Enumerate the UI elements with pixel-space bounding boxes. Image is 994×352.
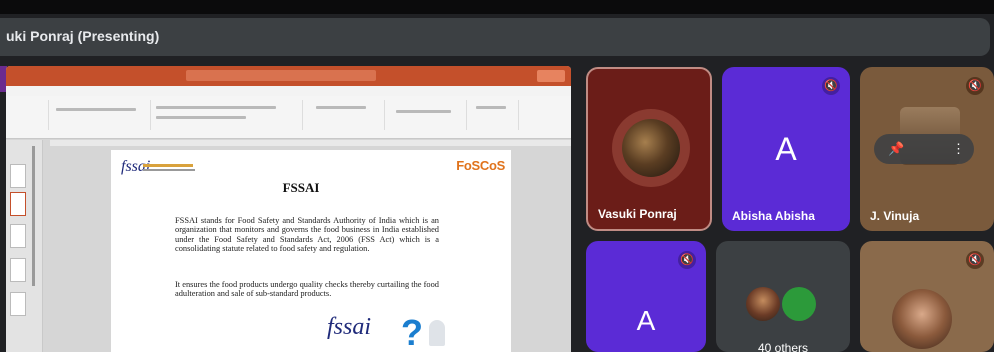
slide-thumbnail-selected: [10, 192, 26, 216]
slide-paragraph-2: It ensures the food products undergo qua…: [175, 280, 439, 299]
slide-canvas: fssai FoSCoS FSSAI FSSAI stands for Food…: [111, 150, 511, 352]
fssai-logo-stripe: [143, 164, 193, 167]
fssai-logo-large: fssai: [327, 314, 372, 340]
more-options-icon[interactable]: ⋮: [952, 141, 965, 157]
mic-off-icon: 🔇: [966, 77, 984, 95]
ppt-share-button: [537, 70, 565, 82]
mic-off-icon: 🔇: [678, 251, 696, 269]
ribbon-control: [156, 106, 276, 109]
ribbon-control: [156, 116, 246, 119]
ppt-menu-bar: [6, 86, 571, 96]
others-tile[interactable]: 40 others: [716, 241, 850, 352]
avatar: [892, 289, 952, 349]
participant-tile-vasuki[interactable]: Vasuki Ponraj: [586, 67, 712, 231]
avatar: [782, 287, 816, 321]
ribbon-group-clipboard: [8, 100, 49, 130]
ppt-search-box: [186, 70, 376, 81]
avatar-initial: A: [775, 131, 797, 167]
pin-icon[interactable]: 📌: [888, 141, 904, 157]
slide-paragraph-1: FSSAI stands for Food Safety and Standar…: [175, 216, 439, 254]
ribbon-group-slides: [50, 100, 151, 130]
ribbon-group-paragraph: [304, 100, 385, 130]
participant-name: Vasuki Ponraj: [598, 207, 677, 221]
foscos-logo: FoSCoS: [456, 158, 505, 173]
ppt-title-bar: [6, 66, 571, 86]
ribbon-control: [316, 106, 366, 109]
top-black-strip: [0, 0, 994, 14]
ppt-ribbon: [6, 96, 571, 139]
participant-tile-video[interactable]: 🔇: [860, 241, 994, 352]
slide-thumbnail: [10, 292, 26, 316]
ribbon-group-drawing: [386, 100, 467, 130]
fssai-logo-subtext: [143, 169, 195, 171]
mic-off-icon: 🔇: [966, 251, 984, 269]
shared-screen-powerpoint: fssai FoSCoS FSSAI FSSAI stands for Food…: [6, 66, 571, 352]
ppt-ruler: [50, 140, 571, 146]
avatar: [746, 287, 780, 321]
fssai-logo-small: fssai: [121, 158, 151, 175]
ribbon-control: [476, 106, 506, 109]
question-mark-graphic: ?: [401, 312, 423, 352]
slide-thumbnail: [10, 224, 26, 248]
avatar-initial: A: [636, 305, 656, 336]
participant-name: J. Vinuja: [870, 209, 920, 223]
presenter-banner: uki Ponraj (Presenting): [0, 18, 990, 56]
slide-thumbnail: [10, 258, 26, 282]
ribbon-control: [56, 108, 136, 111]
avatar: [622, 119, 680, 177]
participant-tile-abisha[interactable]: 🔇 A Abisha Abisha: [722, 67, 850, 231]
participant-tile-a[interactable]: 🔇 A: [586, 241, 706, 352]
slide-thumbnail: [10, 164, 26, 188]
presenting-label: uki Ponraj (Presenting): [6, 28, 160, 44]
mic-off-icon: 🔇: [822, 77, 840, 95]
slide-thumbnails-pane: [6, 140, 43, 352]
thumbnails-scrollbar: [32, 146, 35, 286]
slide-title: FSSAI: [282, 180, 320, 195]
ribbon-control: [396, 110, 451, 113]
others-count: 40 others: [757, 341, 809, 352]
ribbon-group-font: [152, 100, 303, 130]
ribbon-group-editing: [468, 100, 519, 130]
tile-controls: 📌 ⋮: [874, 134, 974, 164]
participant-tile-vinuja[interactable]: 🔇 📌 ⋮ J. Vinuja: [860, 67, 994, 231]
person-figure-graphic: [429, 320, 445, 346]
participant-name: Abisha Abisha: [732, 209, 815, 223]
